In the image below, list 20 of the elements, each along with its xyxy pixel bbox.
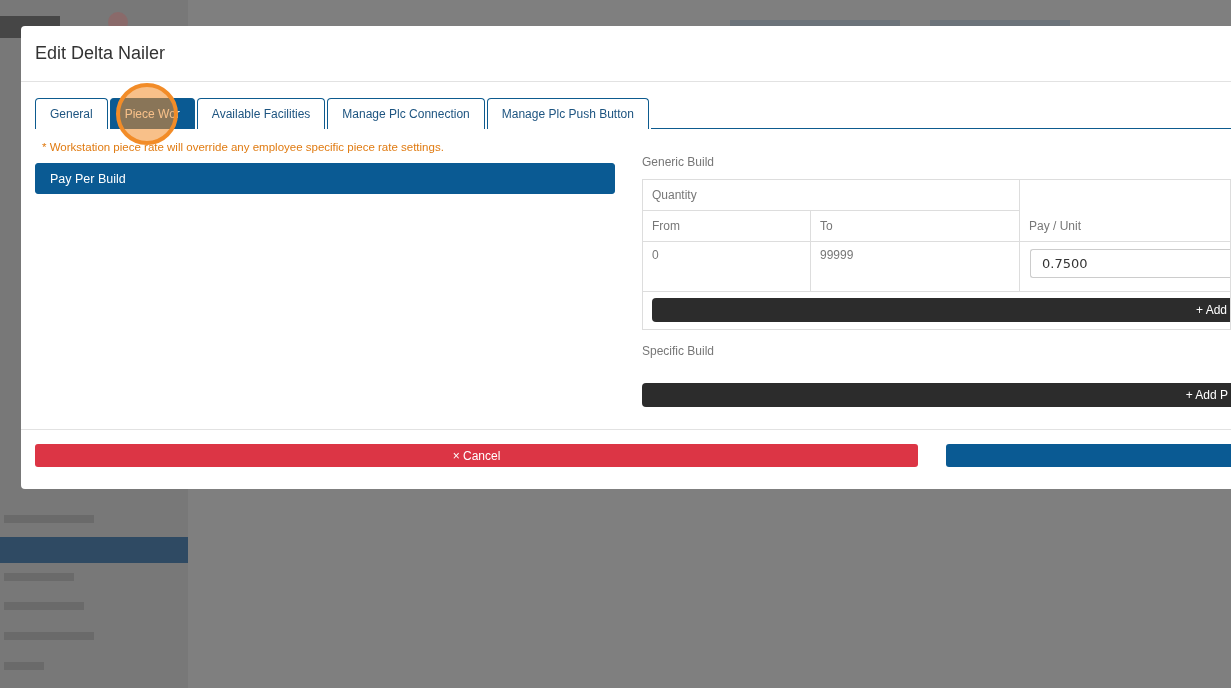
table-cell: 99999: [810, 241, 1020, 292]
pay-option[interactable]: Pay Per Build: [35, 163, 615, 194]
section-title: Specific Build: [642, 344, 716, 360]
table-header: Pay / Unit: [1019, 179, 1231, 242]
table-header: Quantity: [642, 179, 1020, 211]
cancel-button[interactable]: × Cancel: [35, 444, 918, 467]
add-button[interactable]: + Add P: [642, 383, 1231, 407]
click-highlight: [116, 83, 178, 145]
tab[interactable]: Available Facilities: [196, 98, 326, 129]
tab[interactable]: General: [35, 98, 108, 129]
note-text: * Workstation piece rate will override any employee specific piece rate settings.: [41, 140, 445, 153]
tab[interactable]: Manage Plc Push Button: [486, 98, 649, 129]
save-button[interactable]: [946, 444, 1231, 467]
tab[interactable]: Manage Plc Connection: [327, 98, 485, 129]
pay-field[interactable]: 0.7500: [1030, 249, 1230, 278]
dialog-title: Edit Delta Nailer: [35, 43, 166, 64]
section-title: Generic Build: [642, 155, 716, 171]
table-header: From: [642, 210, 811, 242]
table-cell: 0: [642, 241, 811, 292]
add-button[interactable]: + Add: [652, 298, 1230, 322]
